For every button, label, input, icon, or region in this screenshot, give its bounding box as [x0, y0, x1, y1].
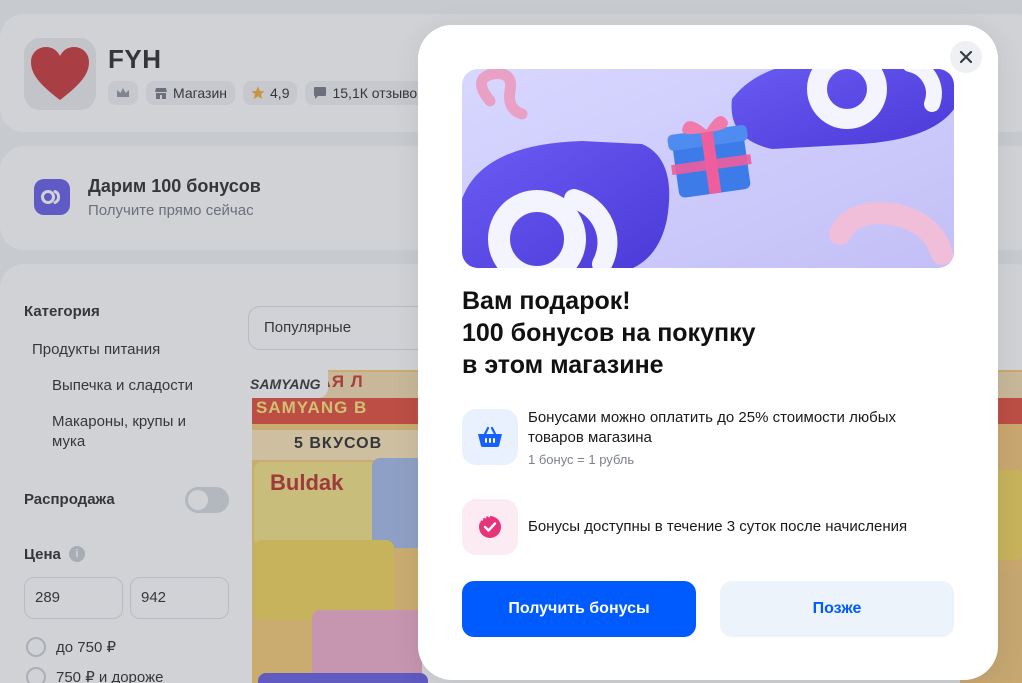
feature-1-line-1: Бонусами можно оплатить до 25% стоимости…	[528, 409, 896, 426]
basket-icon	[478, 426, 502, 447]
modal-title: Вам подарок! 100 бонусов на покупку в эт…	[462, 285, 932, 381]
feature-1-text: Бонусами можно оплатить до 25% стоимости…	[528, 408, 896, 448]
basket-feature-icon-box	[462, 409, 518, 465]
clock-feature-icon-box	[462, 499, 518, 555]
modal-title-line-1: Вам подарок!	[462, 287, 631, 315]
clock-check-icon	[478, 514, 501, 538]
modal-title-line-2: 100 бонусов на покупку	[462, 319, 756, 347]
get-bonuses-button[interactable]: Получить бонусы	[462, 581, 696, 637]
feature-1-line-2: товаров магазина	[528, 429, 652, 446]
feature-2-text: Бонусы доступны в течение 3 суток после …	[528, 518, 908, 535]
modal-title-line-3: в этом магазине	[462, 351, 664, 379]
close-button[interactable]	[950, 41, 982, 73]
later-button[interactable]: Позже	[720, 581, 954, 637]
close-icon	[959, 50, 973, 64]
gift-banner-image	[462, 69, 954, 268]
feature-1-note: 1 бонус = 1 рубль	[528, 452, 635, 467]
